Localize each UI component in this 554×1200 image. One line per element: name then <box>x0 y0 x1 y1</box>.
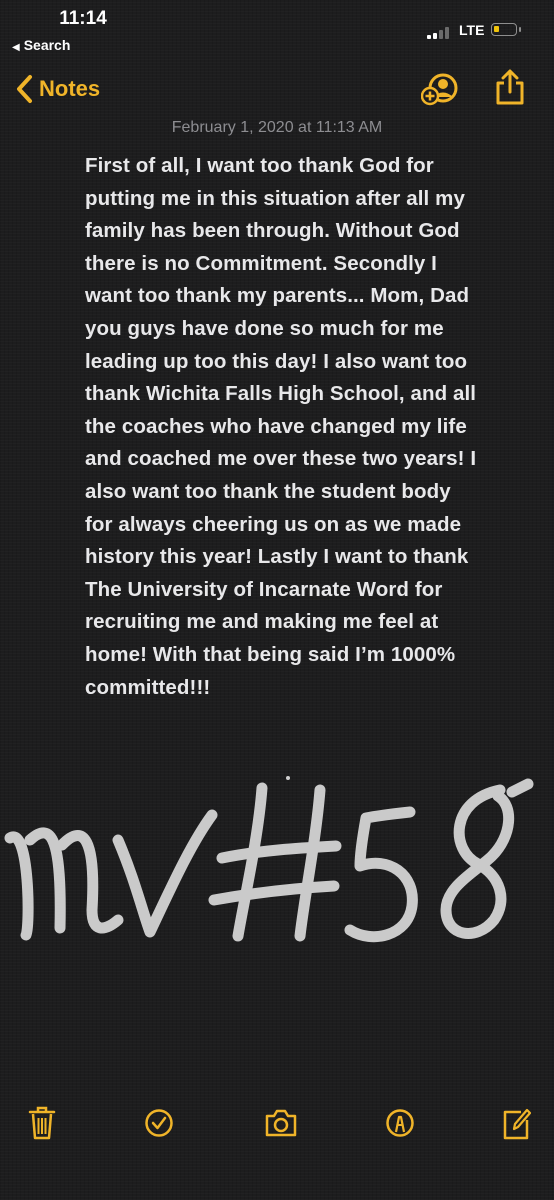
checklist-icon[interactable] <box>144 1104 174 1142</box>
add-people-icon[interactable] <box>421 71 461 107</box>
note-line: the coaches who have changed my life <box>85 414 467 438</box>
note-line: family has been through. Without God <box>85 219 460 243</box>
note-line: home! With that being said I’m 1000% <box>85 642 456 666</box>
trash-icon[interactable] <box>27 1104 57 1142</box>
note-line: The University of Incarnate Word for <box>85 577 443 601</box>
back-to-search-label: Search <box>23 37 71 53</box>
note-line: and coached me over these two years! I <box>85 447 477 471</box>
battery-level <box>494 26 499 32</box>
note-line: First of all, I want too thank God for <box>85 154 434 177</box>
back-to-search-link[interactable]: ◀ Search <box>12 37 70 53</box>
status-time: 11:14 <box>59 8 107 29</box>
battery-icon <box>491 23 517 36</box>
note-line: history this year! Lastly I want to than… <box>85 545 469 569</box>
markup-icon[interactable] <box>385 1104 415 1142</box>
compose-icon[interactable] <box>501 1104 531 1142</box>
note-line: committed!!! <box>85 675 211 699</box>
note-line: thank Wichita Falls High School, and all <box>85 382 477 406</box>
notes-back-label: Notes <box>39 76 101 101</box>
note-line: leading up too this day! I also want too <box>85 349 468 373</box>
note-line: also want too thank the student body <box>85 479 451 503</box>
back-caret-icon: ◀ <box>12 42 20 53</box>
note-line: you guys have done so much for me <box>85 316 444 340</box>
share-icon[interactable] <box>495 68 525 106</box>
battery-nub <box>519 27 521 32</box>
signal-strength-icon <box>427 27 455 39</box>
status-bar: 11:14 ◀ Search LTE <box>0 0 554 62</box>
handwritten-sketch <box>4 776 534 943</box>
note-line: for always cheering us on as we made <box>85 512 462 536</box>
camera-icon[interactable] <box>264 1104 298 1142</box>
note-date: February 1, 2020 at 11:13 AM <box>171 119 383 136</box>
note-line: putting me in this situation after all m… <box>85 186 465 210</box>
note-line: there is no Commitment. Secondly I <box>85 251 437 275</box>
note-body[interactable]: First of all, I want too thank God for pu… <box>85 150 525 704</box>
network-type: LTE <box>459 22 485 38</box>
chevron-left-icon <box>17 75 32 103</box>
note-line: recruiting me and making me feel at <box>85 610 439 634</box>
note-line: want too thank my parents... Mom, Dad <box>85 284 470 308</box>
notes-back-button[interactable]: Notes <box>14 72 100 106</box>
